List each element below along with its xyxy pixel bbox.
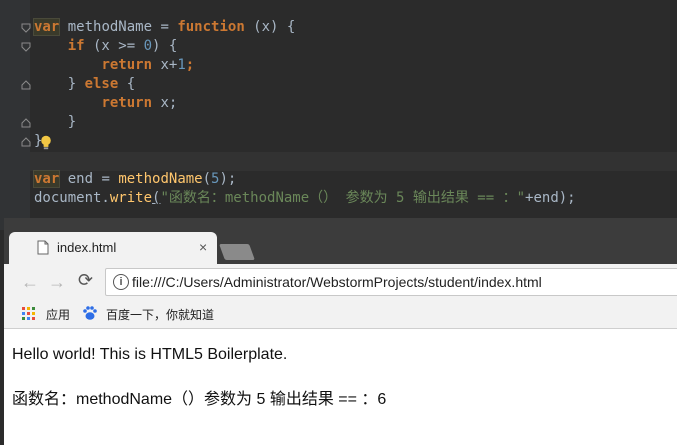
identifier: end = [59, 171, 119, 187]
current-line-highlight [30, 152, 677, 171]
code-text: } [67, 114, 77, 130]
fold-marker-icon[interactable] [21, 137, 31, 147]
browser-window: index.html × ← → ⟳ i file:///C:/Users/Ad… [4, 218, 677, 445]
tab-strip: index.html × [4, 218, 677, 264]
code-line[interactable]: return x+1; [34, 56, 194, 75]
code-line[interactable]: return x; [34, 94, 177, 113]
code-line[interactable]: } else { [34, 75, 135, 94]
keyword: var [34, 171, 60, 187]
code-text: ); [219, 171, 237, 187]
bookmarks-bar: 应用 百度一下，你就知道 [4, 300, 677, 329]
close-tab-icon[interactable]: × [199, 239, 207, 255]
code-text: { [118, 76, 136, 92]
keyword: if [67, 38, 85, 54]
lightbulb-icon[interactable] [40, 135, 52, 154]
page-icon [37, 240, 49, 260]
code-line[interactable]: document.write("函数名：methodName（） 参数为 5 输… [34, 189, 576, 208]
code-editor[interactable]: var methodName = function (x) { if (x >=… [0, 0, 677, 230]
apps-grid-icon[interactable] [22, 307, 35, 320]
page-content: Hello world! This is HTML5 Boilerplate. … [4, 329, 677, 445]
bookmark-apps[interactable]: 应用 [46, 306, 70, 323]
address-bar[interactable]: i file:///C:/Users/Administrator/Webstor… [105, 268, 677, 296]
code-text: x+ [152, 57, 178, 73]
code-text: } [67, 76, 85, 92]
code-text: ; [185, 57, 195, 73]
code-line[interactable]: var end = methodName(5); [34, 170, 236, 189]
fold-marker-icon[interactable] [21, 80, 31, 90]
reload-icon[interactable]: ⟳ [78, 270, 93, 291]
keyword: return [101, 57, 153, 73]
tab-title: index.html [57, 240, 117, 255]
back-arrow-icon[interactable]: ← [21, 272, 39, 293]
code-text: (x >= [84, 38, 144, 54]
keyword: var [34, 19, 60, 35]
baidu-paw-icon[interactable] [82, 305, 98, 321]
number-literal: 1 [177, 57, 186, 73]
editor-gutter [0, 0, 30, 230]
url-text: file:///C:/Users/Administrator/WebstormP… [132, 274, 542, 290]
code-line[interactable]: var methodName = function (x) { [34, 18, 295, 37]
number-literal: 0 [143, 38, 153, 54]
identifier: methodName = [59, 19, 178, 35]
code-text: +end); [525, 190, 576, 206]
identifier: document. [34, 190, 110, 206]
code-text: x; [152, 95, 178, 111]
string-literal: "函数名：methodName（） 参数为 5 输出结果 == ：" [160, 190, 526, 206]
tab-index-html[interactable]: index.html × [9, 232, 217, 264]
forward-arrow-icon[interactable]: → [48, 272, 66, 293]
function-call: write [109, 190, 153, 206]
keyword: else [84, 76, 119, 92]
bookmark-baidu[interactable]: 百度一下，你就知道 [106, 306, 214, 323]
code-text: (x) { [244, 19, 296, 35]
keyword: return [101, 95, 153, 111]
keyword: function [177, 19, 245, 35]
fold-marker-icon[interactable] [21, 118, 31, 128]
new-tab-button[interactable] [219, 244, 255, 260]
page-text-line: Hello world! This is HTML5 Boilerplate. [12, 346, 288, 363]
page-output-line: 函数名：methodName（）参数为 5 输出结果 == ：6 [12, 391, 387, 408]
code-line[interactable]: } [34, 113, 76, 132]
code-text: ( [202, 171, 212, 187]
fold-marker-icon[interactable] [21, 23, 31, 33]
browser-toolbar: ← → ⟳ i file:///C:/Users/Administrator/W… [4, 264, 677, 300]
fold-marker-icon[interactable] [21, 42, 31, 52]
function-call: methodName [118, 171, 203, 187]
info-icon[interactable]: i [113, 274, 129, 290]
code-text: ) { [152, 38, 178, 54]
code-line[interactable]: if (x >= 0) { [34, 37, 178, 56]
